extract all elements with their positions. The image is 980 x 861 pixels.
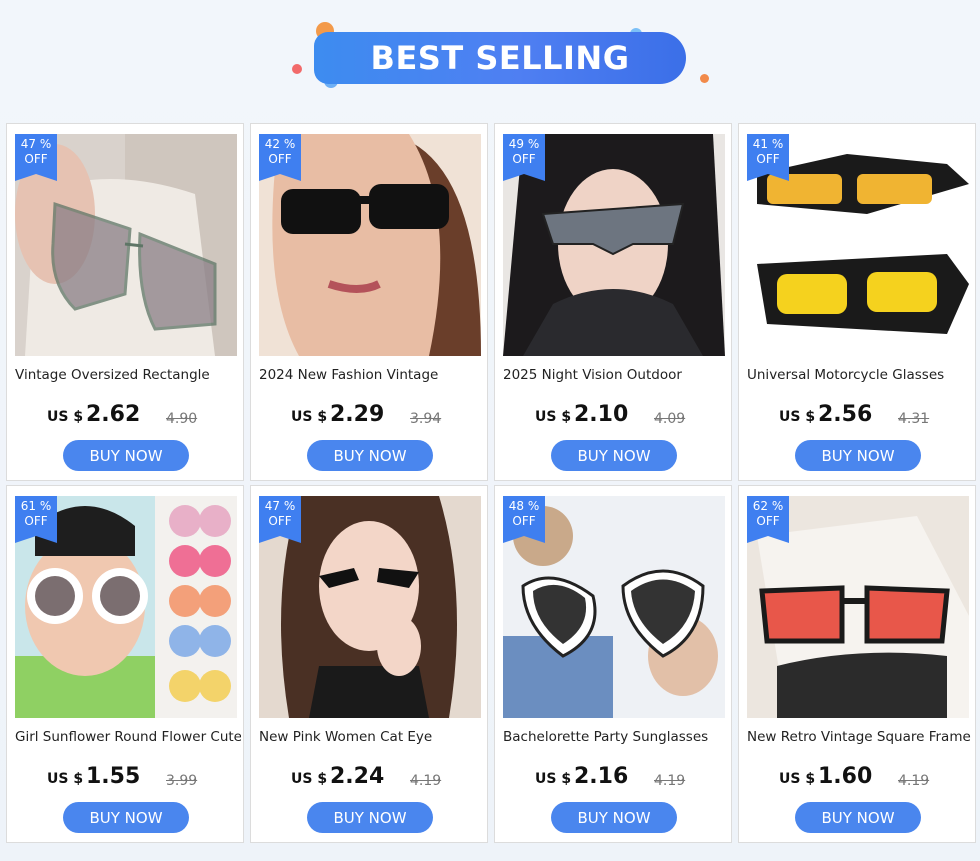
sale-price: 1.60 — [818, 764, 873, 789]
buy-now-button[interactable]: BUY NOW — [307, 440, 433, 471]
product-title[interactable]: Universal Motorcycle Glasses — [747, 367, 973, 383]
product-image[interactable]: 49 % OFF — [503, 134, 725, 356]
buy-now-button[interactable]: BUY NOW — [795, 440, 921, 471]
price-row: US $ 1.55 3.99 — [7, 764, 245, 796]
currency-label: US $ — [291, 771, 328, 787]
currency-label: US $ — [47, 409, 84, 425]
product-card[interactable]: 41 % OFF Universal Motorcycle Glasses US … — [738, 123, 976, 481]
original-price: 4.31 — [898, 411, 930, 427]
buy-now-button[interactable]: BUY NOW — [63, 440, 189, 471]
product-card[interactable]: 42 % OFF 2024 New Fashion Vintage US $ 2.… — [250, 123, 488, 481]
discount-badge: 41 % OFF — [747, 134, 789, 181]
product-title[interactable]: New Retro Vintage Square Frame — [747, 729, 973, 745]
product-title[interactable]: Vintage Oversized Rectangle — [15, 367, 241, 383]
price-row: US $ 2.62 4.90 — [7, 402, 245, 434]
original-price: 4.09 — [654, 411, 686, 427]
product-image[interactable]: 47 % OFF — [15, 134, 237, 356]
sale-price: 1.55 — [86, 764, 141, 789]
buy-now-button[interactable]: BUY NOW — [307, 802, 433, 833]
original-price: 4.19 — [654, 773, 686, 789]
product-card[interactable]: 47 % OFF New Pink Women Cat Eye US $ 2.24… — [250, 485, 488, 843]
sale-price: 2.56 — [818, 402, 873, 427]
discount-badge: 49 % OFF — [503, 134, 545, 181]
product-card[interactable]: 61 % OFF Girl Sunflower Round Flower Cute… — [6, 485, 244, 843]
product-card[interactable]: 49 % OFF 2025 Night Vision Outdoor US $ 2… — [494, 123, 732, 481]
buy-now-button[interactable]: BUY NOW — [551, 802, 677, 833]
currency-label: US $ — [779, 771, 816, 787]
price-row: US $ 2.24 4.19 — [251, 764, 489, 796]
sale-price: 2.62 — [86, 402, 141, 427]
original-price: 3.99 — [166, 773, 198, 789]
currency-label: US $ — [535, 409, 572, 425]
original-price: 3.94 — [410, 411, 442, 427]
product-title[interactable]: New Pink Women Cat Eye — [259, 729, 485, 745]
price-row: US $ 2.56 4.31 — [739, 402, 977, 434]
banner-title: BEST SELLING — [314, 32, 686, 84]
best-selling-banner: BEST SELLING — [290, 18, 720, 98]
currency-label: US $ — [47, 771, 84, 787]
product-card[interactable]: 48 % OFF Bachelorette Party Sunglasses US… — [494, 485, 732, 843]
discount-badge: 48 % OFF — [503, 496, 545, 543]
product-title[interactable]: 2025 Night Vision Outdoor — [503, 367, 729, 383]
product-card[interactable]: 47 % OFF Vintage Oversized Rectangle US $… — [6, 123, 244, 481]
sale-price: 2.10 — [574, 402, 629, 427]
price-row: US $ 2.16 4.19 — [495, 764, 733, 796]
product-grid: 47 % OFF Vintage Oversized Rectangle US $… — [6, 123, 976, 843]
currency-label: US $ — [779, 409, 816, 425]
price-row: US $ 2.29 3.94 — [251, 402, 489, 434]
product-image[interactable]: 62 % OFF — [747, 496, 969, 718]
discount-badge: 47 % OFF — [259, 496, 301, 543]
currency-label: US $ — [535, 771, 572, 787]
discount-badge: 61 % OFF — [15, 496, 57, 543]
product-image[interactable]: 61 % OFF — [15, 496, 237, 718]
product-card[interactable]: 62 % OFF New Retro Vintage Square Frame U… — [738, 485, 976, 843]
original-price: 4.19 — [410, 773, 442, 789]
buy-now-button[interactable]: BUY NOW — [795, 802, 921, 833]
original-price: 4.90 — [166, 411, 198, 427]
product-image[interactable]: 41 % OFF — [747, 134, 969, 356]
product-title[interactable]: Bachelorette Party Sunglasses — [503, 729, 729, 745]
buy-now-button[interactable]: BUY NOW — [63, 802, 189, 833]
original-price: 4.19 — [898, 773, 930, 789]
sale-price: 2.29 — [330, 402, 385, 427]
product-image[interactable]: 48 % OFF — [503, 496, 725, 718]
sale-price: 2.24 — [330, 764, 385, 789]
currency-label: US $ — [291, 409, 328, 425]
sale-price: 2.16 — [574, 764, 629, 789]
product-title[interactable]: 2024 New Fashion Vintage — [259, 367, 485, 383]
price-row: US $ 2.10 4.09 — [495, 402, 733, 434]
discount-badge: 47 % OFF — [15, 134, 57, 181]
discount-badge: 42 % OFF — [259, 134, 301, 181]
product-image[interactable]: 47 % OFF — [259, 496, 481, 718]
buy-now-button[interactable]: BUY NOW — [551, 440, 677, 471]
product-image[interactable]: 42 % OFF — [259, 134, 481, 356]
price-row: US $ 1.60 4.19 — [739, 764, 977, 796]
product-title[interactable]: Girl Sunflower Round Flower Cute — [15, 729, 241, 745]
discount-badge: 62 % OFF — [747, 496, 789, 543]
